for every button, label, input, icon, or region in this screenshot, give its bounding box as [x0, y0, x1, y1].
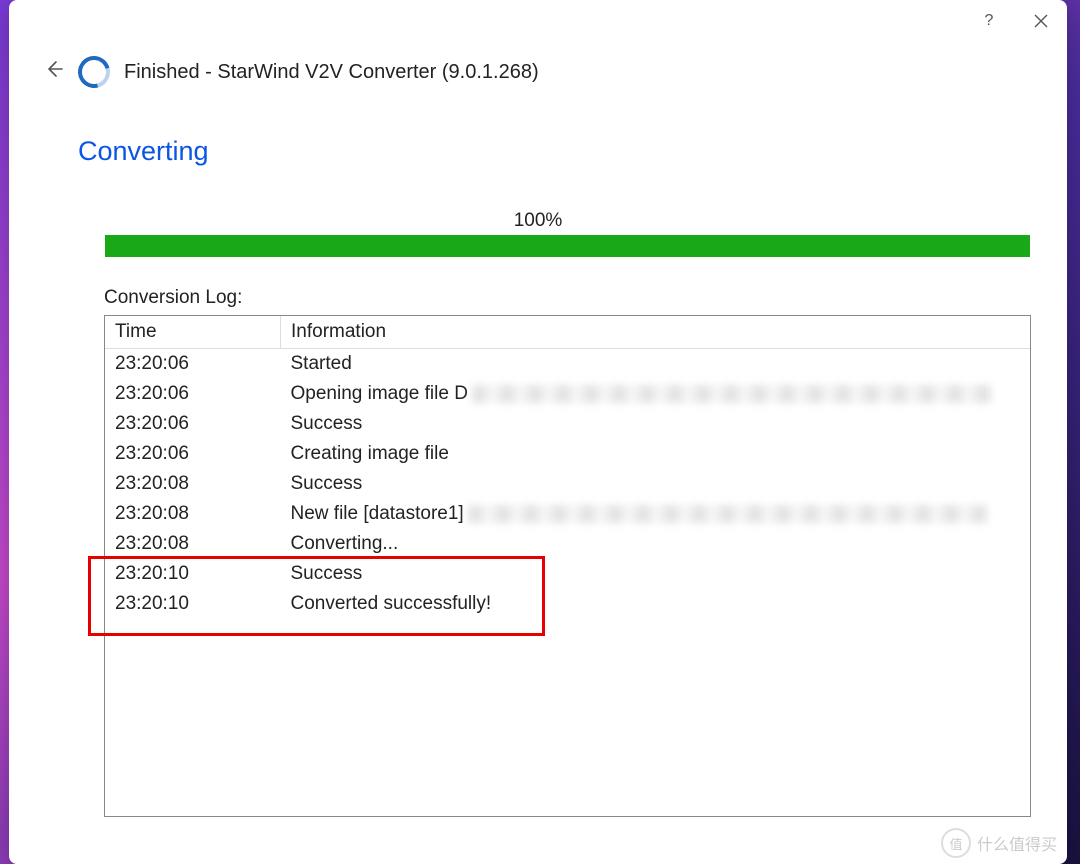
- log-cell-time: 23:20:06: [105, 379, 281, 409]
- back-button[interactable]: [44, 59, 64, 85]
- log-row[interactable]: 23:20:08Success: [105, 469, 1030, 499]
- log-cell-time: 23:20:10: [105, 589, 281, 619]
- titlebar: ?: [963, 0, 1067, 42]
- log-header-info[interactable]: Information: [281, 316, 1031, 349]
- close-icon: [1034, 14, 1048, 28]
- log-cell-info: Creating image file: [281, 439, 1031, 469]
- log-cell-info: Started: [281, 349, 1031, 380]
- progress-bar: [105, 235, 1030, 257]
- log-box: Time Information 23:20:06Started23:20:06…: [104, 315, 1031, 817]
- log-cell-info: Success: [281, 469, 1031, 499]
- log-label: Conversion Log:: [104, 287, 242, 309]
- help-button[interactable]: ?: [963, 0, 1015, 42]
- window-title: Finished - StarWind V2V Converter (9.0.1…: [124, 61, 539, 84]
- log-header-time[interactable]: Time: [105, 316, 281, 349]
- log-cell-info: Success: [281, 559, 1031, 589]
- log-cell-time: 23:20:06: [105, 439, 281, 469]
- redacted-text: [468, 505, 988, 523]
- log-row[interactable]: 23:20:06Creating image file: [105, 439, 1030, 469]
- log-cell-time: 23:20:08: [105, 499, 281, 529]
- log-cell-info: Opening image file D: [281, 379, 1031, 409]
- log-row[interactable]: 23:20:08New file [datastore1]: [105, 499, 1030, 529]
- arrow-left-icon: [44, 59, 64, 79]
- log-cell-info: Converted successfully!: [281, 589, 1031, 619]
- header: Finished - StarWind V2V Converter (9.0.1…: [44, 56, 539, 88]
- log-cell-info: Success: [281, 409, 1031, 439]
- watermark-badge: 值: [941, 828, 971, 858]
- app-window: ? Finished - StarWind V2V Converter (9.0…: [9, 0, 1067, 864]
- log-row[interactable]: 23:20:10Converted successfully!: [105, 589, 1030, 619]
- log-row[interactable]: 23:20:06Success: [105, 409, 1030, 439]
- log-cell-time: 23:20:08: [105, 469, 281, 499]
- watermark: 值 什么值得买: [941, 828, 1057, 858]
- log-table: Time Information 23:20:06Started23:20:06…: [105, 316, 1030, 619]
- watermark-text: 什么值得买: [977, 831, 1057, 855]
- log-cell-info: New file [datastore1]: [281, 499, 1031, 529]
- app-logo-icon: [72, 50, 116, 94]
- log-row[interactable]: 23:20:06Opening image file D: [105, 379, 1030, 409]
- log-cell-time: 23:20:06: [105, 349, 281, 380]
- progress-percent-label: 100%: [9, 210, 1067, 232]
- log-cell-info: Converting...: [281, 529, 1031, 559]
- redacted-text: [472, 385, 992, 403]
- log-cell-time: 23:20:08: [105, 529, 281, 559]
- close-button[interactable]: [1015, 0, 1067, 42]
- log-row[interactable]: 23:20:10Success: [105, 559, 1030, 589]
- log-cell-time: 23:20:06: [105, 409, 281, 439]
- log-cell-time: 23:20:10: [105, 559, 281, 589]
- log-row[interactable]: 23:20:08Converting...: [105, 529, 1030, 559]
- log-row[interactable]: 23:20:06Started: [105, 349, 1030, 380]
- progress-bar-fill: [105, 235, 1030, 257]
- section-title: Converting: [78, 136, 209, 167]
